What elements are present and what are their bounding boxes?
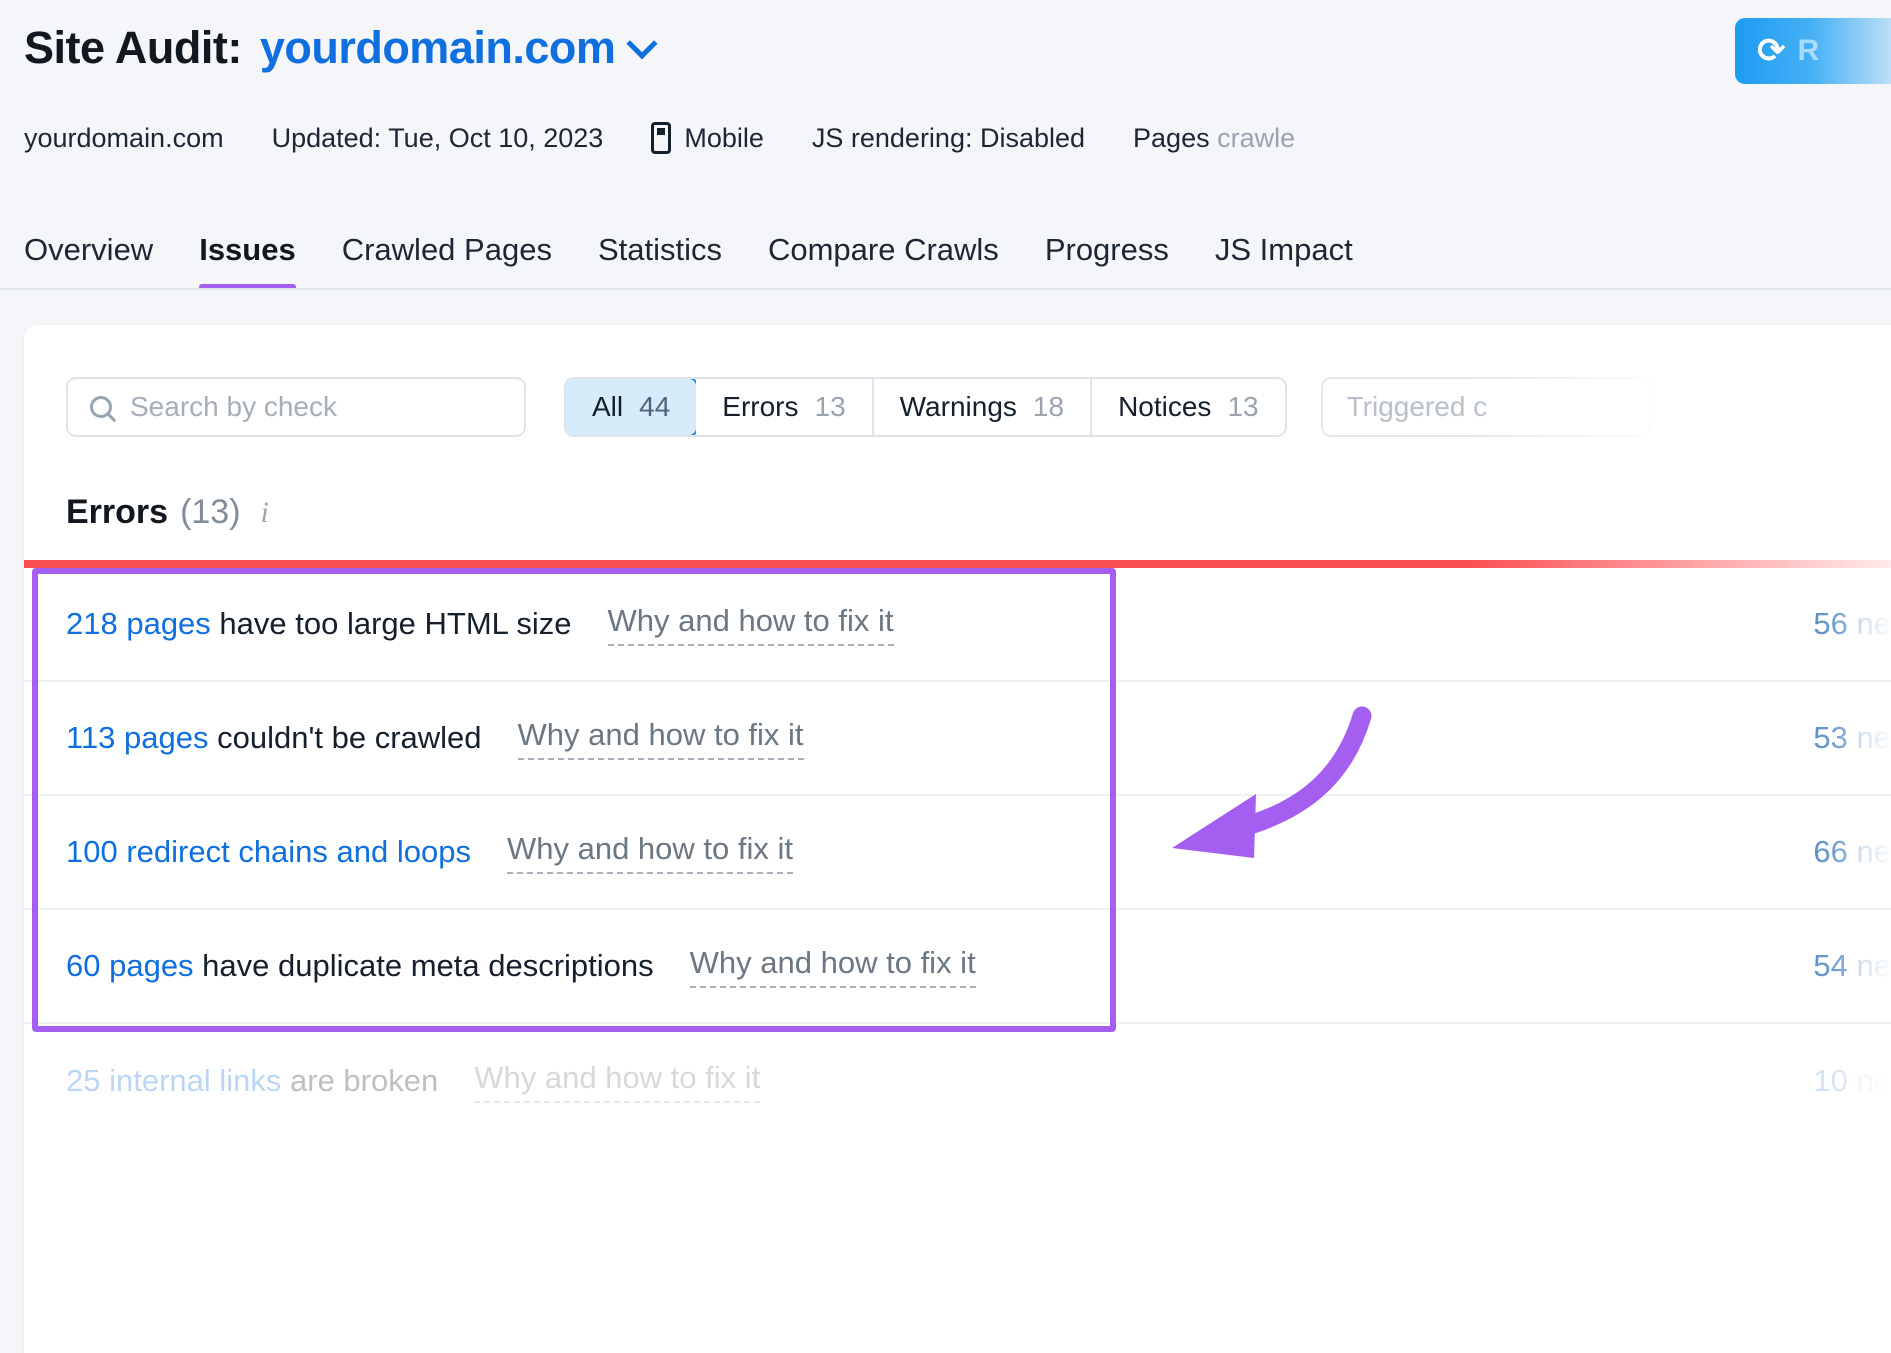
filter-notices[interactable]: Notices 13 — [1092, 379, 1285, 435]
refresh-icon: ⟳ — [1757, 34, 1786, 68]
page-header: Site Audit: yourdomain.com yourdomain.co… — [0, 0, 1891, 198]
issue-title: 60 pages have duplicate meta description… — [66, 948, 654, 984]
issue-rest-text: are broken — [281, 1063, 438, 1098]
meta-updated: Updated: Tue, Oct 10, 2023 — [272, 123, 604, 154]
issue-rest-text: have duplicate meta descriptions — [194, 948, 654, 983]
why-and-how-to-fix-link[interactable]: Why and how to fix it — [690, 945, 976, 988]
errors-severity-bar — [24, 560, 1891, 568]
filter-warnings[interactable]: Warnings 18 — [874, 379, 1092, 435]
why-and-how-to-fix-link[interactable]: Why and how to fix it — [608, 603, 894, 646]
severity-filter-group: All 44 Errors 13 Warnings 18 Notices 13 — [564, 377, 1287, 437]
issue-new-count: 54 ne — [1813, 948, 1891, 984]
issue-title: 100 redirect chains and loops — [66, 834, 471, 870]
why-and-how-to-fix-link[interactable]: Why and how to fix it — [507, 831, 793, 874]
issue-rest-text: have too large HTML size — [211, 606, 572, 641]
meta-pages-crawled: Pages crawle — [1133, 123, 1295, 154]
tab-crawled-pages[interactable]: Crawled Pages — [342, 232, 552, 290]
issue-new-count: 10 ne — [1813, 1063, 1891, 1099]
why-and-how-to-fix-link[interactable]: Why and how to fix it — [518, 717, 804, 760]
project-domain-link[interactable]: yourdomain.com — [260, 22, 616, 74]
table-row[interactable]: 25 internal links are broken Why and how… — [24, 1024, 1891, 1138]
filter-bar: Search by check All 44 Errors 13 Warning… — [24, 325, 1891, 437]
table-row[interactable]: 60 pages have duplicate meta description… — [24, 910, 1891, 1024]
issue-count-link[interactable]: 25 internal links — [66, 1063, 281, 1098]
meta-js-rendering: JS rendering: Disabled — [812, 123, 1085, 154]
meta-device: Mobile — [651, 122, 764, 154]
issue-count-link[interactable]: 100 redirect chains and loops — [66, 834, 471, 869]
meta-device-label: Mobile — [684, 123, 764, 154]
meta-site: yourdomain.com — [24, 123, 224, 154]
table-row[interactable]: 113 pages couldn't be crawled Why and ho… — [24, 682, 1891, 796]
tab-js-impact[interactable]: JS Impact — [1215, 232, 1353, 290]
issue-title: 113 pages couldn't be crawled — [66, 720, 482, 756]
why-and-how-to-fix-link[interactable]: Why and how to fix it — [474, 1060, 760, 1103]
rerun-campaign-label: R — [1798, 34, 1820, 68]
info-icon[interactable]: i — [261, 496, 269, 530]
search-icon — [90, 396, 112, 418]
issues-card: Search by check All 44 Errors 13 Warning… — [24, 325, 1891, 1353]
tab-issues[interactable]: Issues — [199, 232, 296, 290]
issue-new-count: 66 ne — [1813, 834, 1891, 870]
issues-list: 218 pages have too large HTML size Why a… — [24, 568, 1891, 1138]
issue-title: 25 internal links are broken — [66, 1063, 438, 1099]
issue-count-link[interactable]: 113 pages — [66, 720, 209, 755]
errors-section-title: Errors — [66, 493, 168, 532]
issue-new-count: 56 ne — [1813, 606, 1891, 642]
tab-bar-divider — [0, 288, 1891, 290]
page-title: Site Audit: yourdomain.com — [24, 22, 1891, 88]
search-placeholder: Search by check — [130, 391, 337, 423]
page-title-label: Site Audit: — [24, 22, 242, 74]
errors-section-header: Errors (13) i — [24, 437, 1891, 532]
triggered-filter-label: Triggered c — [1347, 391, 1488, 423]
filter-errors[interactable]: Errors 13 — [696, 379, 873, 435]
table-row[interactable]: 100 redirect chains and loops Why and ho… — [24, 796, 1891, 910]
issue-rest-text: couldn't be crawled — [209, 720, 482, 755]
site-audit-page: Site Audit: yourdomain.com yourdomain.co… — [0, 0, 1891, 1353]
tab-progress[interactable]: Progress — [1045, 232, 1169, 290]
issue-title: 218 pages have too large HTML size — [66, 606, 572, 642]
filter-all[interactable]: All 44 — [564, 377, 698, 437]
issue-count-link[interactable]: 218 pages — [66, 606, 211, 641]
chevron-down-icon[interactable] — [631, 35, 653, 65]
mobile-phone-icon — [651, 122, 671, 154]
search-input[interactable]: Search by check — [66, 377, 526, 437]
issue-new-count: 53 ne — [1813, 720, 1891, 756]
errors-section-count: (13) — [180, 493, 240, 532]
issue-count-link[interactable]: 60 pages — [66, 948, 194, 983]
tab-overview[interactable]: Overview — [24, 232, 153, 290]
header-meta: yourdomain.com Updated: Tue, Oct 10, 202… — [24, 122, 1891, 154]
tab-statistics[interactable]: Statistics — [598, 232, 722, 290]
triggered-filter-dropdown[interactable]: Triggered c — [1321, 377, 1651, 437]
table-row[interactable]: 218 pages have too large HTML size Why a… — [24, 568, 1891, 682]
tab-compare-crawls[interactable]: Compare Crawls — [768, 232, 999, 290]
rerun-campaign-button[interactable]: ⟳ R — [1735, 18, 1891, 84]
tab-bar: Overview Issues Crawled Pages Statistics… — [0, 198, 1891, 290]
